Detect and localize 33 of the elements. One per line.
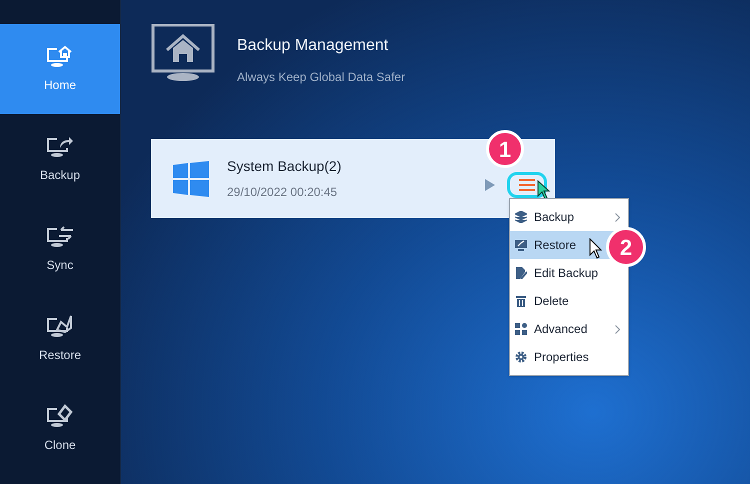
sidebar-item[interactable]: Backup bbox=[0, 114, 120, 204]
backup-time: 29/10/2022 00:20:45 bbox=[227, 184, 338, 201]
cursor-icon bbox=[537, 180, 551, 200]
monitor-icon bbox=[515, 239, 527, 251]
menu-item[interactable]: Advanced bbox=[510, 315, 628, 343]
menu-icon bbox=[519, 178, 535, 190]
callout-badge: 1 bbox=[486, 130, 524, 168]
gear-icon bbox=[515, 351, 527, 363]
windows-logo-icon bbox=[173, 160, 209, 196]
cursor-icon bbox=[589, 238, 603, 260]
sidebar-item[interactable]: Clone bbox=[0, 384, 120, 474]
sidebar-label: Clone bbox=[44, 437, 76, 454]
edit-icon bbox=[515, 267, 527, 279]
grid-icon bbox=[515, 323, 527, 335]
monitor-arrow-icon bbox=[45, 134, 75, 158]
monitor-diamond-icon bbox=[45, 404, 75, 428]
monitor-pen-icon bbox=[45, 314, 75, 338]
sidebar-label: Home bbox=[44, 77, 76, 94]
header-title: Backup Management bbox=[237, 36, 390, 56]
menu-item[interactable]: Delete bbox=[510, 287, 628, 315]
menu-item[interactable]: Properties bbox=[510, 343, 628, 371]
header-subtitle: Always Keep Global Data Safer bbox=[237, 69, 406, 86]
sidebar-label: Sync bbox=[46, 257, 74, 274]
callout-badge: 2 bbox=[606, 227, 646, 267]
backup-name: System Backup(2) bbox=[227, 157, 342, 176]
trash-icon bbox=[515, 295, 527, 307]
sidebar-label: Backup bbox=[40, 167, 80, 184]
sidebar-item[interactable]: Restore bbox=[0, 294, 120, 384]
monitor-home-icon bbox=[151, 24, 215, 82]
sidebar-label: Restore bbox=[38, 347, 82, 364]
sidebar-item[interactable]: Sync bbox=[0, 204, 120, 294]
monitor-arrows-icon bbox=[45, 224, 75, 248]
layers-icon bbox=[515, 211, 527, 223]
